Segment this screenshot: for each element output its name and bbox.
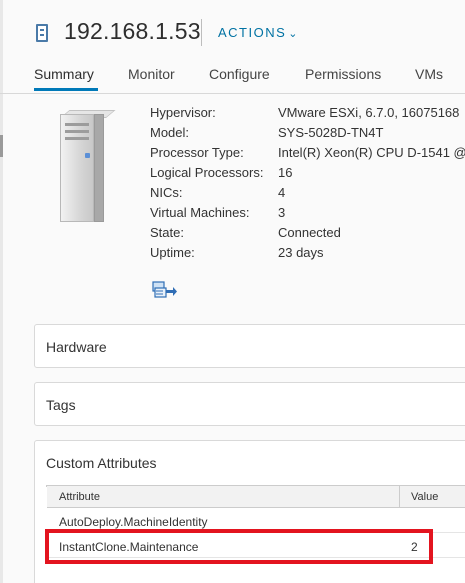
object-header: 192.168.1.53 ACTIONS ⌄ [0, 0, 465, 64]
property-value: 16 [278, 165, 293, 180]
property-label: Model: [150, 125, 190, 140]
tags-card-title: Tags [46, 397, 76, 413]
tab-permissions[interactable]: Permissions [305, 66, 381, 82]
hardware-card[interactable]: Hardware [34, 324, 465, 368]
property-value: Intel(R) Xeon(R) CPU D-1541 @ [278, 145, 465, 160]
column-header-value[interactable]: Value [411, 491, 438, 503]
property-label: Virtual Machines: [150, 205, 250, 220]
column-header-attribute[interactable]: Attribute [59, 491, 100, 503]
table-header: Attribute Value [47, 486, 465, 508]
host-icon [36, 24, 48, 42]
property-value: VMware ESXi, 6.7.0, 16075168 [278, 105, 460, 120]
property-hypervisor: Hypervisor: VMware ESXi, 6.7.0, 16075168 [150, 105, 465, 125]
active-tab-indicator [34, 88, 98, 91]
property-model: Model: SYS-5028D-TN4T [150, 125, 465, 145]
actions-label: ACTIONS [218, 25, 287, 40]
tags-card[interactable]: Tags [34, 382, 465, 426]
hardware-card-title: Hardware [46, 339, 107, 355]
property-processor-type: Processor Type: Intel(R) Xeon(R) CPU D-1… [150, 145, 465, 165]
property-label: State: [150, 225, 184, 240]
property-value: 4 [278, 185, 286, 200]
property-value: 3 [278, 205, 286, 220]
tab-vms[interactable]: VMs [415, 66, 443, 82]
tab-bar-divider [0, 93, 465, 94]
custom-attributes-table: Attribute Value AutoDeploy.MachineIdenti… [46, 485, 465, 558]
property-label: Processor Type: [150, 145, 244, 160]
property-value: SYS-5028D-TN4T [278, 125, 384, 140]
actions-menu-button[interactable]: ACTIONS ⌄ [218, 25, 298, 40]
property-value: 23 days [278, 245, 324, 260]
highlight-annotation-box [45, 529, 433, 564]
property-label: NICs: [150, 185, 183, 200]
property-value: Connected [278, 225, 341, 240]
title-divider [201, 19, 202, 46]
attribute-name: AutoDeploy.MachineIdentity [59, 515, 208, 529]
tab-configure[interactable]: Configure [209, 66, 270, 82]
page-title: 192.168.1.53 [64, 18, 201, 44]
property-state: State: Connected [150, 225, 465, 245]
property-nics: NICs: 4 [150, 185, 465, 205]
tab-monitor[interactable]: Monitor [128, 66, 175, 82]
property-uptime: Uptime: 23 days [150, 245, 465, 265]
tab-summary[interactable]: Summary [34, 66, 94, 82]
property-label: Uptime: [150, 245, 195, 260]
migrate-vm-icon[interactable] [152, 280, 178, 300]
left-pane-edge-marker [0, 135, 3, 157]
custom-attributes-title: Custom Attributes [46, 455, 157, 471]
chevron-down-icon: ⌄ [288, 28, 298, 40]
property-logical-processors: Logical Processors: 16 [150, 165, 465, 185]
property-virtual-machines: Virtual Machines: 3 [150, 205, 465, 225]
property-label: Hypervisor: [150, 105, 216, 120]
server-tower-icon [60, 110, 116, 222]
property-label: Logical Processors: [150, 165, 264, 180]
